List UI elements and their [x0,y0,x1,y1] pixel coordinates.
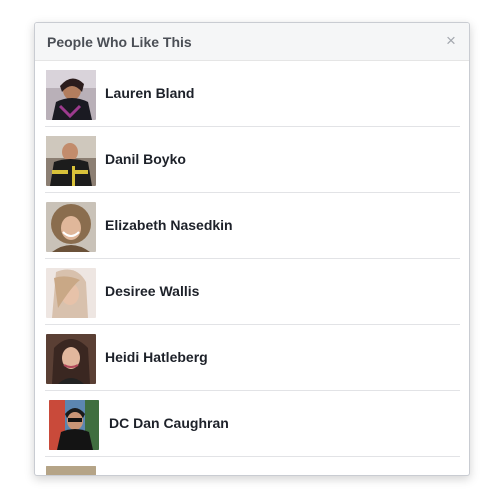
dialog-header: People Who Like This × [35,23,469,61]
person-name[interactable]: Heidi Hatleberg [105,349,208,365]
person-name[interactable]: Desiree Wallis [105,283,199,299]
avatar[interactable] [46,334,96,384]
close-icon[interactable]: × [443,32,459,50]
person-name[interactable]: DC Dan Caughran [109,415,229,431]
person-row[interactable]: DC Dan Caughran [45,391,460,457]
person-name[interactable]: Danil Boyko [105,151,186,167]
person-name[interactable]: Lauren Bland [105,85,194,101]
avatar[interactable] [49,400,99,450]
person-row[interactable]: Danil Boyko [45,127,460,193]
likes-dialog: People Who Like This × Lauren Bland Dani… [34,22,470,476]
person-row[interactable]: Elizabeth Nasedkin [45,193,460,259]
person-row[interactable]: Desiree Wallis [45,259,460,325]
person-name[interactable]: Elizabeth Nasedkin [105,217,233,233]
avatar[interactable] [46,136,96,186]
person-row[interactable] [45,457,460,475]
avatar[interactable] [46,202,96,252]
dialog-title: People Who Like This [47,34,192,50]
people-list: Lauren Bland Danil Boyko Elizabeth Nased… [35,61,469,475]
avatar[interactable] [46,466,96,475]
avatar[interactable] [46,70,96,120]
avatar[interactable] [46,268,96,318]
person-row[interactable]: Lauren Bland [45,61,460,127]
person-row[interactable]: Heidi Hatleberg [45,325,460,391]
